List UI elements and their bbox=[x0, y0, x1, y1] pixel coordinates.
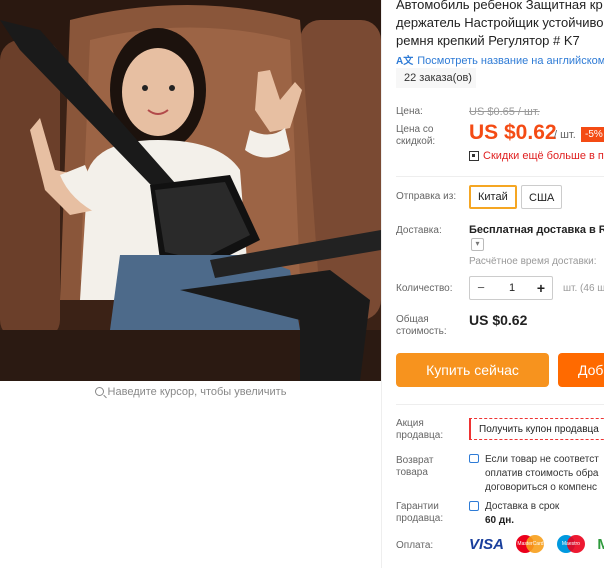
total-label-line: Общая bbox=[396, 314, 429, 325]
seller-promo-label: Акция продавца: bbox=[396, 418, 443, 442]
guarantee-text: Доставка в срок bbox=[485, 501, 560, 512]
discount-price-label: Цена со скидкой: bbox=[396, 124, 435, 148]
mastercard-logo: MasterCard bbox=[516, 535, 545, 553]
product-photo-illustration bbox=[0, 0, 381, 381]
chevron-down-icon[interactable]: ▾ bbox=[471, 238, 484, 251]
guarantee-label: Гарантии продавца: bbox=[396, 501, 443, 525]
translate-link[interactable]: A文 Посмотреть название на английском bbox=[396, 52, 604, 67]
delivery-method: Бесплатная доставка в Ru bbox=[469, 224, 604, 236]
shield-icon bbox=[469, 501, 479, 511]
product-title-line: держатель Настройщик устойчиво bbox=[396, 15, 604, 30]
quantity-plus-button[interactable]: + bbox=[530, 277, 552, 299]
delivery-label: Доставка: bbox=[396, 225, 442, 236]
old-price: US $0.65 / шт. bbox=[469, 106, 540, 118]
zoom-hint: Наведите курсор, чтобы увеличить bbox=[0, 386, 381, 398]
add-to-cart-button[interactable]: Доб bbox=[558, 353, 604, 387]
product-title-line: ремня крепкий Регулятор # K7 bbox=[396, 33, 580, 48]
get-coupon-button[interactable]: Получить купон продавца bbox=[469, 418, 604, 440]
discount-price-label-line: Цена со bbox=[396, 124, 434, 135]
promo-link[interactable]: Скидки ещё больше в пр bbox=[469, 150, 604, 162]
visa-logo: VISA bbox=[469, 535, 505, 553]
returns-text-line: договориться о компенс bbox=[485, 482, 598, 493]
seller-promo-label-line: Акция bbox=[396, 418, 424, 429]
quantity-minus-button[interactable]: − bbox=[470, 277, 492, 299]
quantity-input[interactable]: 1 bbox=[492, 277, 532, 299]
returns-icon bbox=[469, 454, 479, 463]
translate-icon: A文 bbox=[396, 56, 414, 67]
payment-label: Оплата: bbox=[396, 540, 434, 551]
returns-label-line: Возврат bbox=[396, 455, 434, 466]
divider bbox=[381, 0, 382, 568]
returns-label-line: товара bbox=[396, 467, 428, 478]
price-label: Цена: bbox=[396, 106, 423, 117]
qr-code-icon bbox=[469, 151, 479, 161]
zoom-hint-text: Наведите курсор, чтобы увеличить bbox=[107, 386, 287, 398]
magnifier-icon bbox=[94, 387, 104, 396]
product-title: Автомобиль ребенок Защитная кр держатель… bbox=[396, 0, 604, 50]
guarantee-info: Доставка в срок 60 дн. bbox=[469, 500, 559, 528]
returns-text-line: Если товар не соответст bbox=[485, 454, 599, 465]
delivery-time: Расчётное время доставки: bbox=[469, 256, 597, 267]
seller-promo-label-line: продавца: bbox=[396, 430, 444, 441]
total-label-line: стоимость: bbox=[396, 326, 447, 337]
guarantee-days: 60 дн. bbox=[485, 515, 515, 526]
promo-text: Скидки ещё больше в пр bbox=[483, 150, 604, 162]
translate-link-text: Посмотреть название на английском bbox=[417, 55, 604, 67]
quantity-stepper: − 1 + bbox=[469, 276, 553, 300]
price-unit: / шт. bbox=[554, 129, 576, 141]
guarantee-label-line: продавца: bbox=[396, 513, 444, 524]
buy-now-button[interactable]: Купить сейчас bbox=[396, 353, 549, 387]
ship-from-usa[interactable]: США bbox=[521, 185, 563, 209]
ship-from-label: Отправка из: bbox=[396, 191, 457, 202]
total-price: US $0.62 bbox=[469, 312, 528, 328]
returns-label: Возврат товара bbox=[396, 455, 434, 479]
product-image[interactable] bbox=[0, 0, 381, 381]
discount-price-label-line: скидкой: bbox=[396, 136, 436, 147]
returns-text-line: оплатив стоимость обра bbox=[485, 468, 599, 479]
payment-methods: VISA MasterCard Maestro MP bbox=[469, 535, 604, 555]
guarantee-label-line: Гарантии bbox=[396, 501, 439, 512]
mp-logo: MP bbox=[597, 535, 604, 553]
current-price: US $0.62 bbox=[469, 121, 557, 144]
ship-from-china[interactable]: Китай bbox=[469, 185, 517, 209]
quantity-label: Количество: bbox=[396, 283, 453, 294]
product-info-panel: Автомобиль ребенок Защитная кр держатель… bbox=[396, 0, 604, 568]
maestro-logo: Maestro bbox=[556, 535, 585, 553]
orders-count: 22 заказа(ов) bbox=[396, 68, 476, 88]
separator bbox=[396, 176, 604, 177]
separator bbox=[396, 404, 604, 405]
discount-badge: -5% bbox=[581, 127, 604, 142]
returns-info: Если товар не соответст оплатив стоимост… bbox=[469, 453, 599, 495]
product-title-line: Автомобиль ребенок Защитная кр bbox=[396, 0, 603, 12]
total-label: Общая стоимость: bbox=[396, 314, 447, 338]
stock-available: шт. (46 ш bbox=[563, 283, 604, 294]
